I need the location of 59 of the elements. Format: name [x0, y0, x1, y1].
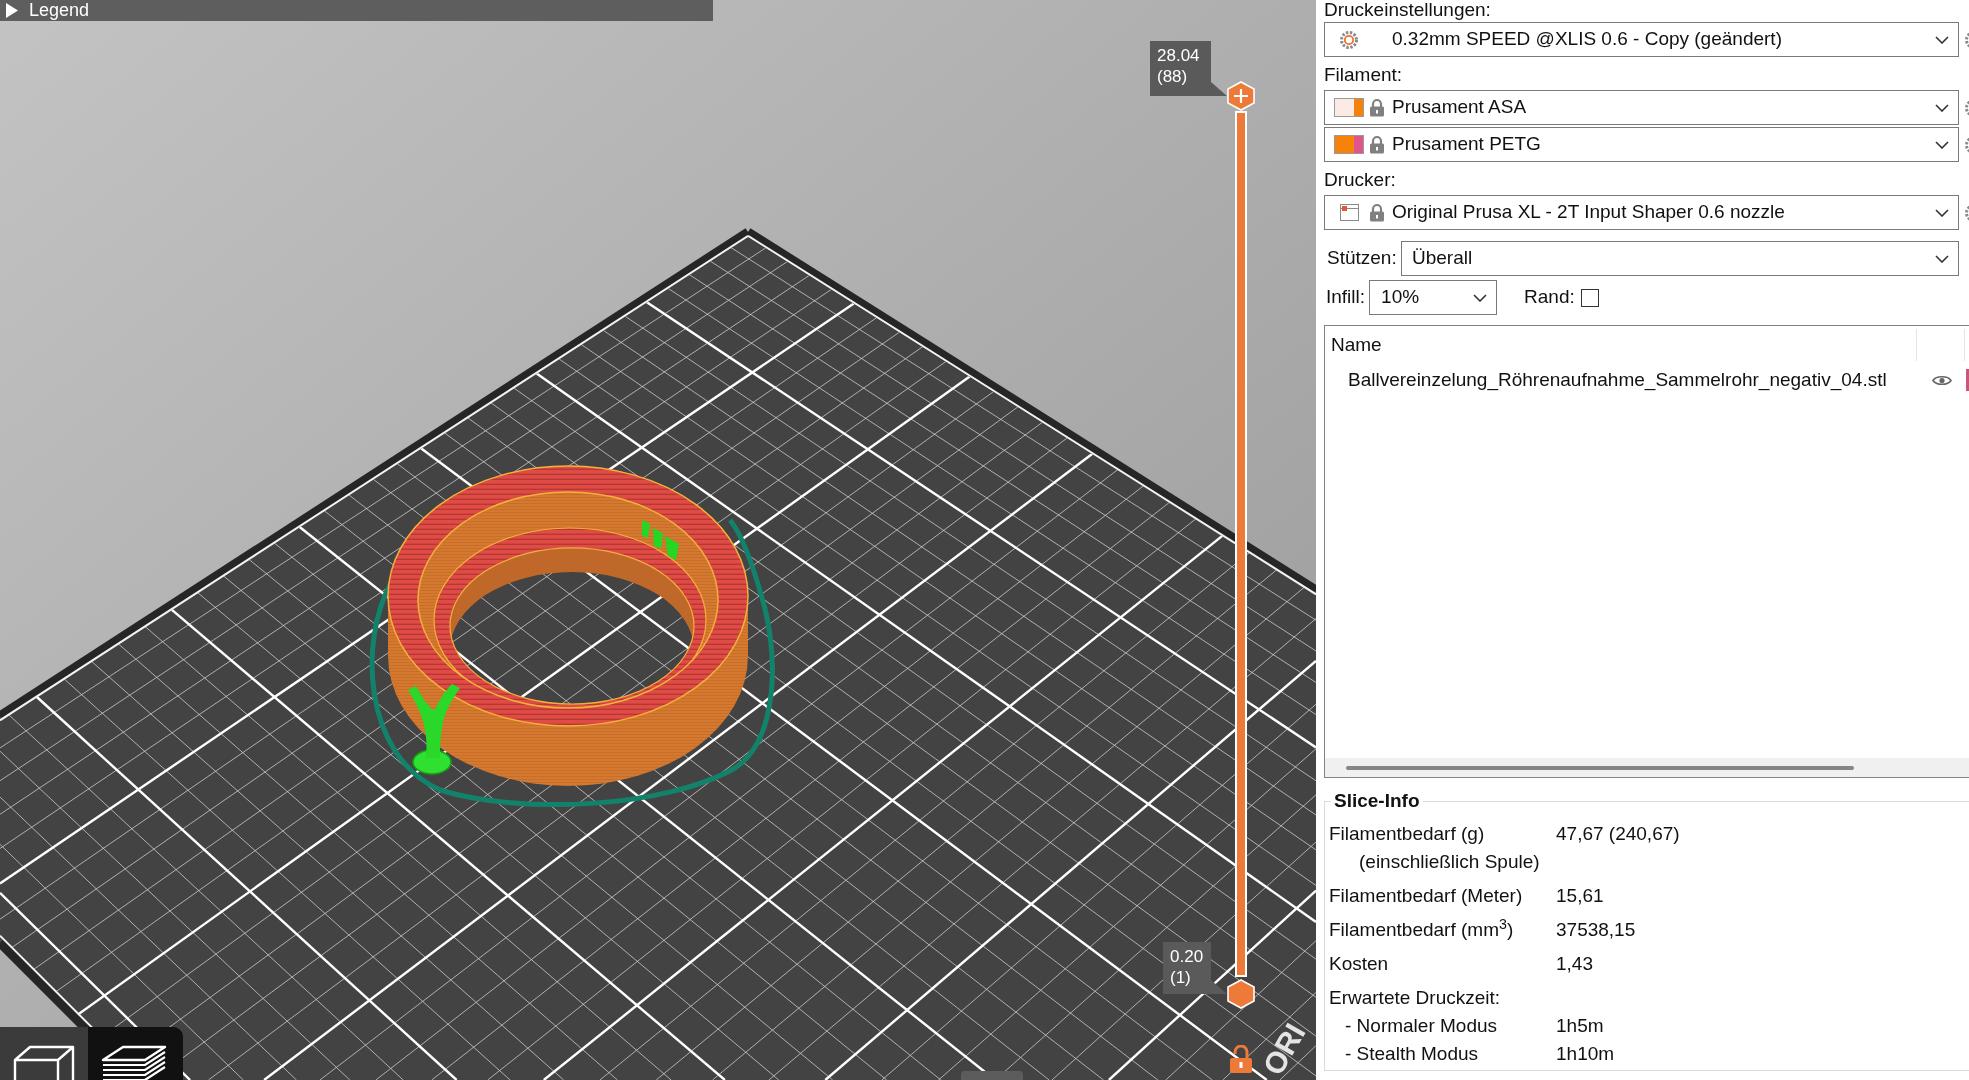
chevron-down-icon [1935, 254, 1949, 263]
bed-logo-text: ORI [1258, 1018, 1311, 1080]
gear-icon[interactable] [1965, 203, 1969, 222]
layer-number-text: (1) [1170, 967, 1191, 988]
mode-label: - Stealth Modus [1345, 1042, 1479, 1064]
brim-checkbox[interactable] [1580, 288, 1599, 307]
chevron-down-icon [1935, 140, 1949, 149]
filament-dropdown[interactable]: Prusament ASA [1324, 90, 1959, 125]
preview-button[interactable] [88, 1027, 183, 1080]
color-swatch-icon[interactable] [1966, 369, 1969, 391]
brim-label: Rand: [1524, 285, 1575, 310]
info-label: Kosten [1329, 952, 1389, 974]
info-value: 37538,15 [1556, 917, 1636, 942]
printer-dropdown[interactable]: Original Prusa XL - 2T Input Shaper 0.6 nozzle [1324, 195, 1959, 230]
chevron-down-icon [1473, 293, 1488, 302]
layer-height-text: 0.20 [1170, 946, 1204, 967]
layer-number-text: (88) [1157, 66, 1188, 87]
info-value: 15,61 [1556, 883, 1604, 908]
lower-slider-handle[interactable] [1227, 979, 1255, 1009]
horizontal-scrollbar[interactable] [1325, 758, 1969, 777]
horizontal-slider-tooltip [961, 1071, 1023, 1080]
info-value: 1,43 [1556, 951, 1593, 976]
info-label: Filamentbedarf (mm$^{3}$) [1329, 918, 1514, 940]
chevron-down-icon [1935, 208, 1949, 217]
slice-info-title: Slice-Info [1333, 789, 1421, 813]
mode-value: 1h10m [1556, 1041, 1615, 1066]
info-note: (einschließlich Spule) [1359, 849, 1540, 874]
info-label: Filamentbedarf (g) [1329, 822, 1485, 844]
upper-slider-handle[interactable] [1227, 81, 1255, 111]
supports-dropdown[interactable]: Überall [1401, 241, 1959, 276]
mode-label: - Normaler Modus [1345, 1014, 1498, 1036]
layers-icon [101, 1045, 167, 1080]
eye-icon[interactable] [1932, 373, 1952, 387]
chevron-down-icon [1935, 103, 1949, 112]
mode-value: 1h5m [1556, 1013, 1604, 1038]
filament-dropdown[interactable]: Prusament PETG [1324, 127, 1959, 162]
gear-icon [1340, 30, 1358, 49]
layer-height-text: 28.04 [1157, 45, 1200, 66]
chevron-down-icon [1935, 35, 1949, 44]
infill-dropdown[interactable]: 10% [1369, 280, 1498, 315]
supports-label: Stützen: [1327, 246, 1397, 271]
gear-icon[interactable] [1965, 98, 1969, 117]
info-label: Filamentbedarf (Meter) [1329, 884, 1523, 906]
scrollbar-thumb[interactable] [1346, 765, 1854, 770]
legend-header[interactable]: Legend [0, 0, 713, 21]
3d-view-button[interactable] [0, 1027, 88, 1080]
filament-label: Filament: [1324, 63, 1403, 87]
print-settings-label: Druckeinstellungen: [1324, 0, 1491, 22]
printer-label: Drucker: [1324, 168, 1396, 192]
open-padlock-icon[interactable] [1228, 1045, 1254, 1073]
cube-icon [13, 1045, 75, 1080]
info-value: 47,67 (240,67) [1556, 821, 1680, 846]
infill-label: Infill: [1326, 285, 1366, 310]
print-profile-dropdown[interactable]: 0.32mm SPEED @XLIS 0.6 - Copy (geändert) [1324, 22, 1959, 57]
gear-icon[interactable] [1965, 30, 1969, 49]
column-header: Name [1330, 333, 1383, 357]
gear-icon[interactable] [1965, 135, 1969, 154]
print-time-label: Erwartete Druckzeit: [1329, 985, 1501, 1010]
window-icon [1339, 204, 1359, 221]
